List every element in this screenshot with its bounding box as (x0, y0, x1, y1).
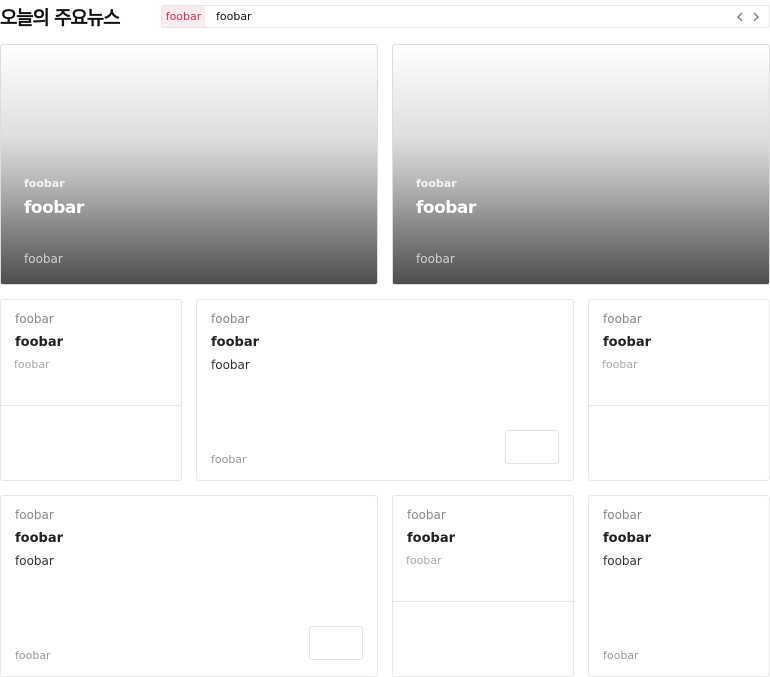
card-divider (393, 601, 573, 602)
news-card[interactable]: foobar foobar foobar (588, 299, 770, 481)
hero-card[interactable]: foobar foobar foobar (0, 44, 378, 285)
news-card[interactable]: foobar foobar foobar foobar (0, 495, 378, 677)
chevron-left-icon[interactable] (735, 6, 745, 27)
card-thumbnail[interactable] (505, 430, 559, 464)
card-title[interactable]: foobar (211, 335, 259, 350)
card-category: foobar (603, 312, 642, 326)
card-category: foobar (407, 508, 446, 522)
hero-title[interactable]: foobar (416, 198, 476, 218)
hero-title[interactable]: foobar (24, 198, 84, 218)
ticker-nav (735, 6, 761, 27)
news-card[interactable]: foobar foobar foobar (392, 495, 574, 677)
card-description: foobar (211, 358, 250, 372)
card-subtitle: foobar (406, 554, 442, 567)
chevron-right-icon[interactable] (751, 6, 761, 27)
card-title[interactable]: foobar (15, 531, 63, 546)
hero-source: foobar (416, 252, 455, 266)
card-category: foobar (603, 508, 642, 522)
hero-card[interactable]: foobar foobar foobar (392, 44, 770, 285)
card-divider (1, 405, 181, 406)
header: 오늘의 주요뉴스 foobar foobar (0, 0, 770, 32)
card-title[interactable]: foobar (603, 335, 651, 350)
card-source: foobar (211, 453, 247, 466)
card-thumbnail[interactable] (309, 626, 363, 660)
hero-category: foobar (24, 177, 65, 190)
card-category: foobar (211, 312, 250, 326)
news-card[interactable]: foobar foobar foobar (0, 299, 182, 481)
card-description: foobar (603, 554, 642, 568)
ticker-tag[interactable]: foobar (162, 6, 205, 27)
hero-source: foobar (24, 252, 63, 266)
ticker-headline[interactable]: foobar (216, 6, 252, 27)
news-card[interactable]: foobar foobar foobar foobar (588, 495, 770, 677)
news-ticker[interactable]: foobar foobar (161, 5, 770, 28)
news-card[interactable]: foobar foobar foobar foobar (196, 299, 574, 481)
card-source: foobar (15, 649, 51, 662)
card-category: foobar (15, 312, 54, 326)
card-category: foobar (15, 508, 54, 522)
card-subtitle: foobar (602, 358, 638, 371)
card-description: foobar (15, 554, 54, 568)
card-subtitle: foobar (14, 358, 50, 371)
hero-category: foobar (416, 177, 457, 190)
card-title[interactable]: foobar (603, 531, 651, 546)
card-divider (589, 405, 769, 406)
card-title[interactable]: foobar (15, 335, 63, 350)
page-title: 오늘의 주요뉴스 (0, 7, 121, 29)
card-source: foobar (603, 649, 639, 662)
card-title[interactable]: foobar (407, 531, 455, 546)
